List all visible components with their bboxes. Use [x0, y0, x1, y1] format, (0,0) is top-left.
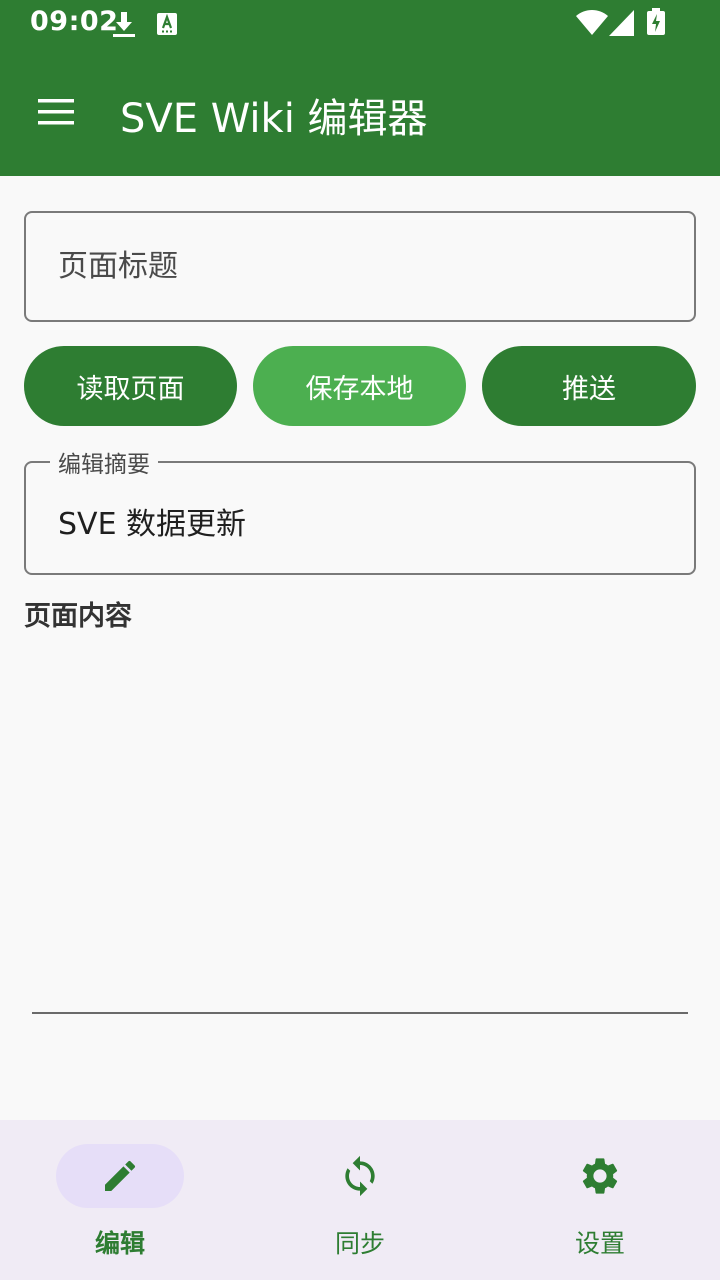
page-title-field[interactable]: [24, 211, 696, 322]
gear-icon: [582, 1158, 618, 1194]
sync-icon: [345, 1155, 375, 1197]
save-local-button[interactable]: 保存本地: [253, 346, 466, 426]
keyboard-a-icon: [157, 13, 177, 35]
nav-active-indicator: [56, 1144, 184, 1208]
hamburger-menu-icon[interactable]: [38, 99, 74, 125]
read-page-button[interactable]: 读取页面: [24, 346, 237, 426]
page-title-input[interactable]: [58, 213, 658, 320]
push-button[interactable]: 推送: [482, 346, 696, 426]
edit-summary-field[interactable]: 编辑摘要: [24, 445, 696, 575]
nav-item-edit[interactable]: 编辑: [0, 1120, 240, 1280]
app-title: SVE Wiki 编辑器: [120, 96, 428, 142]
pencil-icon: [105, 1160, 136, 1191]
nav-label-settings: 设置: [574, 1229, 625, 1258]
nav-label-edit: 编辑: [94, 1229, 145, 1258]
status-bar: 09:02: [0, 0, 720, 48]
wifi-icon: [576, 10, 608, 35]
nav-icon-container: [536, 1144, 664, 1208]
menu-button[interactable]: [24, 80, 88, 144]
nav-icon-container: [296, 1144, 424, 1208]
status-time: 09:02: [30, 6, 119, 37]
battery-charging-icon: [647, 8, 665, 35]
nav-item-settings[interactable]: 设置: [480, 1120, 720, 1280]
signal-icon: [609, 10, 634, 36]
bottom-navigation: 编辑 同步 设置: [0, 1120, 720, 1280]
app-bar: SVE Wiki 编辑器: [0, 48, 720, 176]
edit-summary-input[interactable]: [58, 471, 658, 571]
nav-item-sync[interactable]: 同步: [240, 1120, 480, 1280]
page-content-textarea[interactable]: [32, 640, 688, 1014]
nav-label-sync: 同步: [334, 1229, 385, 1258]
page-content-label: 页面内容: [24, 601, 132, 632]
download-icon: [113, 12, 135, 37]
